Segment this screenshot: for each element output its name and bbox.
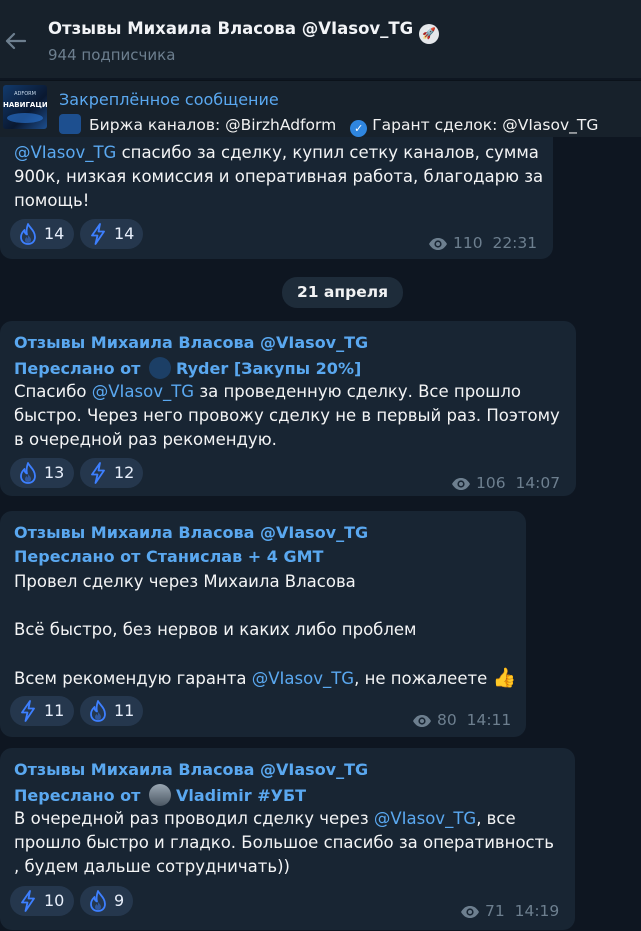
message-meta: 71 14:19 xyxy=(460,902,559,920)
message-time: 14:11 xyxy=(466,711,512,729)
pinned-label: Закреплённое сообщение xyxy=(59,90,279,109)
mention-link[interactable]: @VIasov_TG xyxy=(374,809,476,828)
forwarded-source: Ryder [Закупы 20%] xyxy=(176,359,362,378)
channel-title[interactable]: Отзывы Михаила Власова @VIasov_TG 🚀 xyxy=(48,19,440,44)
pinned-thumbnail-title: НАВИГАЦИЯ xyxy=(3,101,47,109)
arrow-left-icon xyxy=(5,32,26,50)
message-text-line: помощь! xyxy=(14,191,90,210)
message-text-line: в очередной раз рекомендую. xyxy=(14,430,277,449)
message-text: В очередной раз проводил сделку через @V… xyxy=(14,807,554,879)
author-name[interactable]: Отзывы Михаила Власова @VIasov_TG xyxy=(14,523,368,542)
reaction-count: 11 xyxy=(114,701,135,720)
reaction-flame[interactable]: 14 xyxy=(10,219,74,249)
mention-link[interactable]: @VIasov_TG xyxy=(14,143,116,162)
reaction-flame[interactable]: 9 xyxy=(80,886,133,916)
lightning-icon xyxy=(89,223,107,245)
message-text-line: прошло быстро и гладко. Большое спасибо … xyxy=(14,833,554,852)
exchange-avatar-icon xyxy=(59,114,81,134)
message-text: Спасибо @VIasov_TG за проведенную сделку… xyxy=(14,380,560,452)
forwarded-source: Vladimir #УБТ xyxy=(176,786,307,805)
message-text-line: В очередной раз проводил сделку через @V… xyxy=(14,809,516,828)
reaction-lightning[interactable]: 11 xyxy=(10,696,74,726)
message-text-line: Всё быстро, без нервов и каких либо проб… xyxy=(14,620,417,639)
view-count: 80 xyxy=(437,711,457,729)
pinned-line-exchange: Биржа каналов: @BirzhAdform xyxy=(89,116,337,134)
message-time: 14:19 xyxy=(514,902,560,920)
flame-icon xyxy=(89,700,107,722)
reaction-count: 10 xyxy=(44,891,65,910)
message-text: @VIasov_TG спасибо за сделку, купил сетк… xyxy=(14,141,543,213)
subscriber-count: 944 подписчика xyxy=(48,46,176,64)
reaction-count: 14 xyxy=(114,224,135,243)
flame-icon xyxy=(89,890,107,912)
rocket-badge-icon: 🚀 xyxy=(419,24,440,44)
vladimir-avatar-icon xyxy=(149,784,172,806)
message-text-line: 900к, низкая комиссия и оперативная рабо… xyxy=(14,167,544,186)
pinned-thumbnail: ADFORM НАВИГАЦИЯ xyxy=(3,85,47,129)
reaction-count: 13 xyxy=(44,463,65,482)
message-meta: 80 14:11 xyxy=(412,711,511,729)
reaction-count: 14 xyxy=(44,224,65,243)
message-text-line: Спасибо @VIasov_TG за проведенную сделку… xyxy=(14,382,522,401)
eye-icon xyxy=(460,905,480,919)
message-text-line: Всем рекомендую гаранта @VIasov_TG, не п… xyxy=(14,667,517,689)
flame-icon xyxy=(19,462,37,484)
eye-icon xyxy=(412,714,432,728)
message-meta: 106 14:07 xyxy=(451,474,560,492)
pinned-text: Биржа каналов: @BirzhAdform ✓ Гарант сдело… xyxy=(59,114,598,137)
message-bubble[interactable]: Отзывы Михаила Власова @VIasov_TG Пересл… xyxy=(0,321,576,496)
message-text-line: Провел сделку через Михаила Власова xyxy=(14,572,356,591)
reaction-lightning[interactable]: 12 xyxy=(80,458,143,488)
chat-header: Отзывы Михаила Власова @VIasov_TG 🚀 944 п… xyxy=(0,0,641,78)
eye-icon xyxy=(428,237,448,251)
pinned-line-guarantor: Гарант сделок: @VIasov_TG xyxy=(372,116,599,134)
reaction-count: 11 xyxy=(44,701,65,720)
message-bubble[interactable]: @VIasov_TG спасибо за сделку, купил сетк… xyxy=(0,137,553,259)
message-text-line: @VIasov_TG спасибо за сделку, купил сетк… xyxy=(14,141,543,165)
author-name[interactable]: Отзывы Михаила Власова @VIasov_TG xyxy=(14,333,368,352)
mention-link[interactable]: @VIasov_TG xyxy=(252,669,354,688)
message-time: 14:07 xyxy=(515,474,561,492)
back-button[interactable] xyxy=(0,20,30,60)
reaction-lightning[interactable]: 10 xyxy=(10,886,74,916)
forwarded-prefix: Переслано от xyxy=(14,786,141,805)
reaction-count: 12 xyxy=(114,463,135,482)
forwarded-prefix: Переслано от xyxy=(14,359,141,378)
flame-icon xyxy=(19,223,37,245)
message-text: Провел сделку через Михаила Власова Всё … xyxy=(14,570,516,691)
reaction-flame[interactable]: 13 xyxy=(10,458,74,488)
message-bubble[interactable]: Отзывы Михаила Власова @VIasov_TG Пересл… xyxy=(0,511,526,737)
reaction-lightning[interactable]: 14 xyxy=(80,219,143,249)
view-count: 71 xyxy=(485,902,505,920)
channel-title-text: Отзывы Михаила Власова @VIasov_TG xyxy=(48,19,414,38)
pinned-thumbnail-caption: ADFORM xyxy=(14,91,36,97)
message-time: 22:31 xyxy=(492,234,538,252)
message-bubble[interactable]: Отзывы Михаила Власова @VIasov_TG Пересл… xyxy=(0,748,575,930)
date-separator: 21 апреля xyxy=(282,277,403,308)
eye-icon xyxy=(451,477,471,491)
lightning-icon xyxy=(89,462,107,484)
ryder-avatar-icon xyxy=(149,357,172,379)
message-text-line: , будем дальше сотрудничать)) xyxy=(14,857,290,876)
message-meta: 110 22:31 xyxy=(428,234,537,252)
verified-check-icon: ✓ xyxy=(350,120,368,137)
lightning-icon xyxy=(19,700,37,722)
forwarded-from[interactable]: Переслано от Ryder [Закупы 20%] xyxy=(14,357,361,379)
mention-link[interactable]: @VIasov_TG xyxy=(92,382,194,401)
reaction-flame[interactable]: 11 xyxy=(80,696,143,726)
forwarded-from[interactable]: Переслано от Vladimir #УБТ xyxy=(14,784,306,806)
reaction-count: 9 xyxy=(114,891,125,910)
view-count: 106 xyxy=(476,474,506,492)
forwarded-from[interactable]: Переслано от Станислав + 4 GMT xyxy=(14,547,323,566)
pinned-message-bar[interactable]: ADFORM НАВИГАЦИЯ Закреплённое сообщение … xyxy=(0,80,641,137)
view-count: 110 xyxy=(453,234,483,252)
message-text-line: быстро. Через него провожу сделку не в п… xyxy=(14,406,560,425)
thumbs-up-emoji-icon: 👍 xyxy=(492,667,517,689)
lightning-icon xyxy=(19,890,37,912)
message-text-rest: спасибо за сделку, купил сетку каналов, … xyxy=(116,143,539,162)
author-name[interactable]: Отзывы Михаила Власова @VIasov_TG xyxy=(14,760,368,779)
